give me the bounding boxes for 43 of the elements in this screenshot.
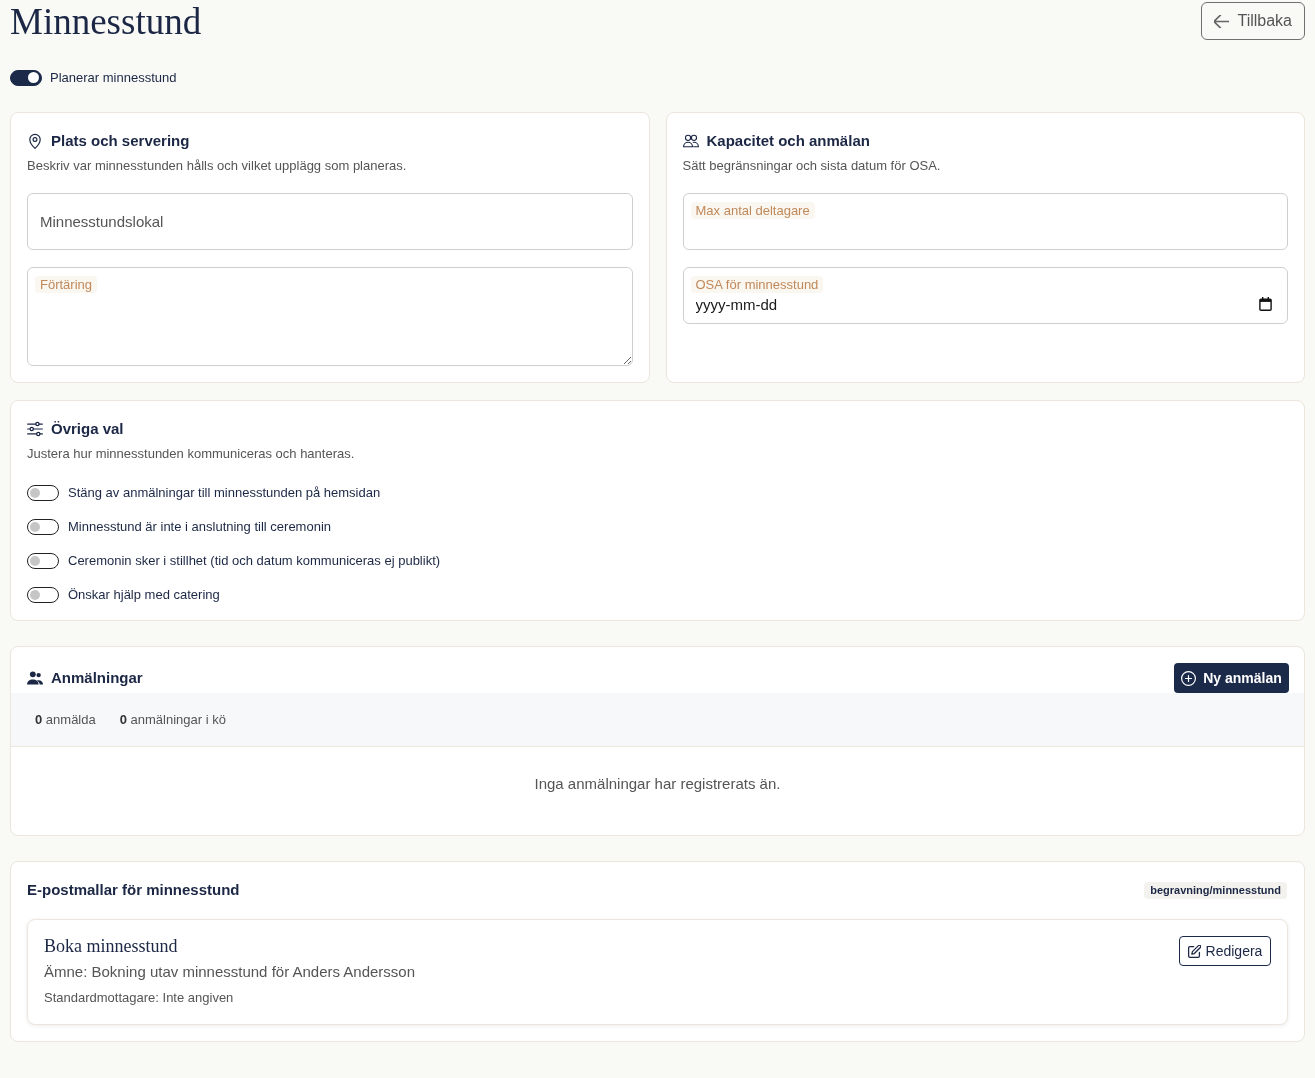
path-tag: begravning/minnesstund (1144, 881, 1287, 899)
toggle-label: Stäng av anmälningar till minnesstunden på hemsidan (68, 484, 381, 502)
textarea-field[interactable] (27, 267, 633, 366)
card-title: Kapacitet och anmälan (706, 131, 870, 151)
arrow-left-icon (1214, 14, 1230, 28)
toggle-switch[interactable] (27, 485, 59, 501)
card-title: Anmälningar (51, 668, 143, 688)
toggle-switch[interactable] (27, 519, 59, 535)
empty-message: Inga anmälningar har registrerats än. (534, 775, 781, 793)
template-subject: Ämne: Bokning utav minnesstund för Anders Andersson (44, 962, 416, 982)
back-button[interactable]: Tillbaka (1201, 2, 1305, 40)
card-title: E-postmallar för minnesstund (27, 880, 240, 900)
stat-text: 0 anmälda (35, 712, 96, 727)
new-registration-button[interactable]: Ny anmälan (1174, 663, 1289, 693)
edit-icon (1187, 944, 1201, 958)
toggle-label: Minnesstund är inte i anslutning till ceremonin (68, 518, 332, 536)
field-label: Förtäring (35, 276, 98, 293)
toggle-label: Ceremonin sker i stillhet (tid och datum kommuniceras ej publikt) (68, 552, 441, 570)
location-pin-icon (27, 133, 43, 149)
calendar-icon[interactable] (1259, 297, 1272, 311)
field-label: Max antal deltagare (690, 202, 815, 219)
toggle-switch[interactable] (10, 70, 42, 86)
template-recipients: Standardmottagare: Inte angiven (44, 990, 235, 1006)
card-subtitle: Beskriv var minnesstunden hålls och vilket upplägg som planeras. (27, 158, 408, 174)
card-subtitle: Sätt begränsningar och sista datum för OSA. (682, 158, 942, 174)
sliders-icon (27, 421, 43, 437)
plus-circle-icon (1181, 670, 1197, 686)
people-icon (27, 670, 43, 686)
input-field[interactable] (682, 193, 1288, 250)
card-title: Övriga val (51, 419, 124, 439)
toggle-switch[interactable] (27, 587, 59, 603)
page-title: Minnesstund (10, 0, 202, 44)
field-label: OSA för minnesstund (690, 276, 824, 293)
toggle-label: Planerar minnesstund (50, 70, 177, 86)
people-icon (682, 133, 699, 149)
card-subtitle: Justera hur minnesstunden kommuniceras och hanteras. (27, 446, 356, 462)
card-title: Plats och servering (51, 131, 190, 151)
stat-text: 0 anmälningar i kö (119, 712, 226, 727)
toggle-switch[interactable] (27, 553, 59, 569)
edit-button[interactable]: Redigera (1179, 936, 1271, 966)
toggle-label: Önskar hjälp med catering (68, 586, 220, 604)
template-name: Boka minnesstund (44, 936, 179, 956)
input-field[interactable]: Minnesstundslokal (27, 193, 633, 250)
